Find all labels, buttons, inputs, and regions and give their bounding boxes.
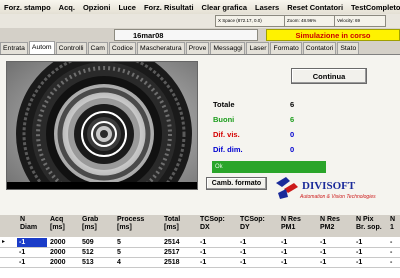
col-tcsop-dy[interactable]: TCSop: DY bbox=[240, 216, 265, 232]
camb-formato-button[interactable]: Camb. formato bbox=[206, 177, 267, 190]
logo-name: DIVISOFT bbox=[302, 180, 356, 192]
col-process[interactable]: Process [ms] bbox=[117, 216, 144, 232]
stat-buoni-value: 6 bbox=[290, 115, 295, 124]
cell-npix[interactable]: -1 bbox=[356, 238, 362, 247]
cell-n1[interactable]: - bbox=[390, 238, 392, 247]
tab-contatori[interactable]: Contatori bbox=[302, 42, 337, 54]
cell-tcsop-dy[interactable]: -1 bbox=[240, 258, 246, 267]
cell-process[interactable]: 5 bbox=[117, 248, 121, 257]
tab-prove[interactable]: Prove bbox=[185, 42, 210, 54]
cell-process[interactable]: 5 bbox=[117, 238, 121, 247]
continua-button[interactable]: Continua bbox=[291, 68, 367, 84]
tab-autom[interactable]: Autom bbox=[28, 41, 55, 54]
tab-mascheratura[interactable]: Mascheratura bbox=[137, 42, 185, 54]
divisoft-logo-mark: DIVISOFT Automation & Vision Technologie… bbox=[276, 177, 376, 200]
col-nres-pm2[interactable]: N Res PM2 bbox=[320, 216, 340, 232]
col-n1[interactable]: N 1 bbox=[390, 216, 395, 232]
cell-n-diam[interactable]: -1 bbox=[19, 248, 25, 257]
menu-lasers[interactable]: Lasers bbox=[251, 3, 283, 12]
tab-entrata[interactable]: Entrata bbox=[0, 42, 28, 54]
cell-grab[interactable]: 509 bbox=[82, 238, 94, 247]
cell-tcsop-dy[interactable]: -1 bbox=[240, 248, 246, 257]
col-tcsop-dx[interactable]: TCSop: DX bbox=[200, 216, 225, 232]
cell-nres-pm1[interactable]: -1 bbox=[281, 258, 287, 267]
cell-process[interactable]: 4 bbox=[117, 258, 121, 267]
stat-buoni-label: Buoni bbox=[213, 115, 235, 124]
menu-reset-contatori[interactable]: Reset Contatori bbox=[283, 3, 347, 12]
simulation-status-badge: Simulazione in corso bbox=[266, 29, 400, 41]
cell-acq[interactable]: 2000 bbox=[50, 238, 66, 247]
tab-codice[interactable]: Codice bbox=[108, 42, 137, 54]
row-selector-icon: ▸ bbox=[2, 239, 6, 245]
cell-acq[interactable]: 2000 bbox=[50, 258, 66, 267]
space-readout: X Space (872.17, 0.0) bbox=[215, 15, 288, 27]
tab-strip: Entrata Autom Controlli Cam Codice Masch… bbox=[0, 41, 400, 55]
table-row[interactable]: ▸ -1 2000 509 5 2514 -1 -1 -1 -1 -1 - bbox=[0, 238, 400, 248]
cell-n1[interactable]: - bbox=[390, 248, 392, 257]
tab-formato[interactable]: Formato bbox=[270, 42, 302, 54]
menu-clear-grafica[interactable]: Clear grafica bbox=[198, 3, 251, 12]
cell-n-diam[interactable]: -1 bbox=[17, 238, 47, 247]
menu-forz-stampo[interactable]: Forz. stampo bbox=[0, 3, 55, 12]
menu-luce[interactable]: Luce bbox=[114, 3, 140, 12]
col-grab[interactable]: Grab [ms] bbox=[82, 216, 98, 232]
col-total[interactable]: Total [ms] bbox=[164, 216, 180, 232]
cell-n-diam[interactable]: -1 bbox=[19, 258, 25, 267]
divisoft-logo: DIVISOFT Automation & Vision Technologie… bbox=[272, 175, 386, 204]
bearing-image bbox=[7, 62, 197, 189]
col-acq[interactable]: Acq [ms] bbox=[50, 216, 65, 232]
cell-total[interactable]: 2514 bbox=[164, 238, 180, 247]
table-row[interactable]: -1 2000 513 4 2518 -1 -1 -1 -1 -1 - bbox=[0, 258, 400, 268]
tab-messaggi[interactable]: Messaggi bbox=[210, 42, 246, 54]
stat-dif-dim-label: Dif. dim. bbox=[213, 145, 243, 154]
cell-acq[interactable]: 2000 bbox=[50, 248, 66, 257]
cell-nres-pm2[interactable]: -1 bbox=[320, 238, 326, 247]
tab-cam[interactable]: Cam bbox=[87, 42, 108, 54]
col-n-diam[interactable]: N Diam bbox=[20, 216, 37, 232]
cell-grab[interactable]: 512 bbox=[82, 248, 94, 257]
stat-totale-label: Totale bbox=[213, 100, 235, 109]
cell-tcsop-dx[interactable]: -1 bbox=[200, 248, 206, 257]
cell-nres-pm2[interactable]: -1 bbox=[320, 258, 326, 267]
menu-testcompleto[interactable]: TestCompleto bbox=[347, 3, 400, 12]
cell-tcsop-dx[interactable]: -1 bbox=[200, 238, 206, 247]
menu-opzioni[interactable]: Opzioni bbox=[79, 3, 115, 12]
table-row[interactable]: -1 2000 512 5 2517 -1 -1 -1 -1 -1 - bbox=[0, 248, 400, 258]
menu-forz-risultati[interactable]: Forz. Risultati bbox=[140, 3, 198, 12]
date-field: 16mar08 bbox=[114, 29, 258, 41]
cell-nres-pm1[interactable]: -1 bbox=[281, 238, 287, 247]
stat-dif-vis-value: 0 bbox=[290, 130, 295, 139]
cell-npix[interactable]: -1 bbox=[356, 248, 362, 257]
velocity-readout: Velocity: 69 bbox=[334, 15, 386, 27]
cell-tcsop-dy[interactable]: -1 bbox=[240, 238, 246, 247]
stat-totale-value: 6 bbox=[290, 100, 295, 109]
stat-dif-dim-value: 0 bbox=[290, 145, 295, 154]
menu-bar: Forz. stampo Acq. Opzioni Luce Forz. Ris… bbox=[0, 0, 400, 15]
tab-controlli[interactable]: Controlli bbox=[55, 42, 87, 54]
cell-total[interactable]: 2518 bbox=[164, 258, 180, 267]
cell-npix[interactable]: -1 bbox=[356, 258, 362, 267]
logo-tagline: Automation & Vision Technologies bbox=[299, 194, 376, 200]
cell-tcsop-dx[interactable]: -1 bbox=[200, 258, 206, 267]
cell-n1[interactable]: - bbox=[390, 258, 392, 267]
stat-dif-vis-label: Dif. vis. bbox=[213, 130, 240, 139]
cell-total[interactable]: 2517 bbox=[164, 248, 180, 257]
cell-nres-pm2[interactable]: -1 bbox=[320, 248, 326, 257]
tab-stato[interactable]: Stato bbox=[337, 42, 360, 54]
col-nres-pm1[interactable]: N Res PM1 bbox=[281, 216, 301, 232]
camera-view bbox=[6, 61, 198, 190]
zoom-readout: Zoom: 48.96% bbox=[284, 15, 338, 27]
ok-status-bar: Ok bbox=[212, 161, 326, 173]
col-npix-br-sop[interactable]: N Pix Br. sop. bbox=[356, 216, 382, 232]
tab-laser[interactable]: Laser bbox=[246, 42, 270, 54]
cell-grab[interactable]: 513 bbox=[82, 258, 94, 267]
menu-acq[interactable]: Acq. bbox=[55, 3, 79, 12]
cell-nres-pm1[interactable]: -1 bbox=[281, 248, 287, 257]
